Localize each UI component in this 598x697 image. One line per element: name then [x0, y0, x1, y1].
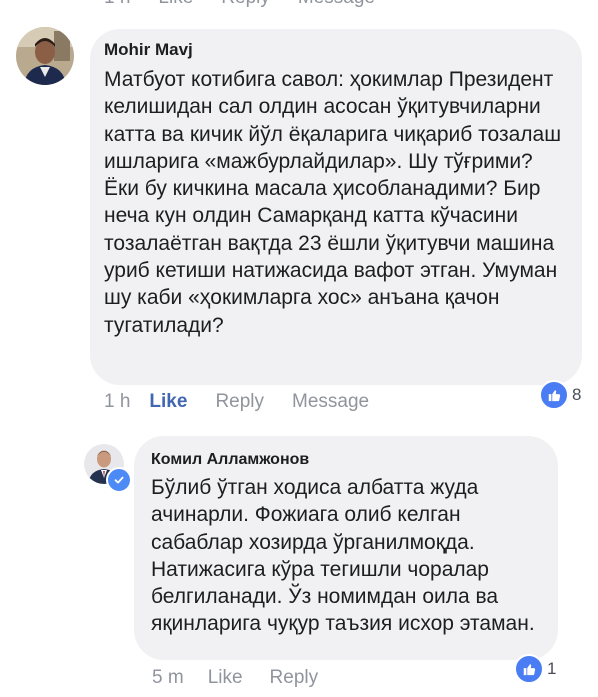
- verified-badge-icon: [106, 467, 132, 493]
- reply-link[interactable]: Reply: [215, 391, 264, 413]
- reply-actions: 5 m Like Reply: [152, 667, 318, 689]
- comment-time[interactable]: 1 h: [104, 391, 130, 413]
- previous-like-link[interactable]: Like: [158, 0, 193, 9]
- reply-author[interactable]: Комил Алламжонов: [151, 451, 544, 469]
- thumbs-up-icon: [539, 380, 569, 410]
- comment-text: Матбуот котибига савол: ҳокимлар Президе…: [104, 68, 562, 337]
- thumbs-up-icon: [514, 654, 544, 684]
- reply-time[interactable]: 5 m: [152, 667, 184, 689]
- reply-reaction-count: 1: [547, 659, 557, 678]
- message-link[interactable]: Message: [292, 391, 369, 413]
- previous-reply-link[interactable]: Reply: [221, 0, 270, 9]
- reaction-count: 8: [572, 385, 582, 404]
- comment-bubble: Mohir Mavj Матбуот котибига савол: ҳоким…: [90, 29, 582, 385]
- previous-message-link[interactable]: Message: [298, 0, 375, 9]
- reply-like-link[interactable]: Like: [208, 667, 243, 689]
- reply-reply-link[interactable]: Reply: [270, 667, 319, 689]
- comment-author[interactable]: Mohir Mavj: [104, 40, 566, 60]
- user-avatar-image: [16, 27, 74, 85]
- like-link[interactable]: Like: [149, 391, 187, 413]
- reaction-summary[interactable]: 8: [539, 380, 581, 410]
- avatar[interactable]: [16, 27, 74, 85]
- comment-actions: 1 h Like Reply Message: [104, 391, 369, 413]
- previous-comment-time: 1 h: [104, 0, 130, 9]
- reply-text: Бўлиб ўтган ходиса албатта жуда ачинарли…: [151, 476, 535, 636]
- reply-reaction-summary[interactable]: 1: [514, 654, 556, 684]
- previous-comment-actions: 1 h Like Reply Message: [104, 0, 375, 9]
- reply-bubble: Комил Алламжонов Бўлиб ўтган ходиса алба…: [134, 436, 558, 660]
